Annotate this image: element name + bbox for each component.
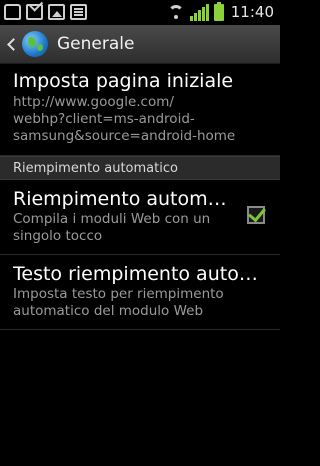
clock: 11:40 <box>230 3 274 21</box>
setting-summary: http://www.google.com/ webhp?client=ms-a… <box>13 94 236 144</box>
shopping-bag-icon <box>4 4 21 20</box>
news-icon <box>70 4 87 20</box>
notification-icons <box>4 4 87 20</box>
section-header-autofill: Riempimento automatico <box>0 156 280 180</box>
autofill-checkbox[interactable] <box>247 206 265 224</box>
setting-title: Imposta pagina iniziale <box>13 70 234 92</box>
action-bar: Generale <box>0 25 280 64</box>
signal-icon <box>189 3 209 21</box>
setting-title: Riempimento automatic.. <box>13 188 233 210</box>
setting-title: Testo riempimento automat.. <box>13 263 267 285</box>
globe-icon[interactable] <box>22 31 48 57</box>
setting-summary: Imposta testo per riempimento automatico… <box>13 286 224 319</box>
setting-home-page[interactable]: Imposta pagina iniziale http://www.googl… <box>0 64 280 156</box>
setting-autofill-text[interactable]: Testo riempimento automat.. Imposta test… <box>0 255 280 330</box>
settings-list: Imposta pagina iniziale http://www.googl… <box>0 64 280 330</box>
page-title: Generale <box>57 34 135 54</box>
setting-autofill[interactable]: Riempimento automatic.. Compila i moduli… <box>0 180 280 255</box>
back-arrow-icon[interactable] <box>6 34 20 54</box>
picture-icon <box>48 4 65 20</box>
setting-summary: Compila i moduli Web con un singolo tocc… <box>13 211 211 244</box>
wifi-icon <box>167 3 185 21</box>
mail-icon <box>26 4 43 20</box>
status-bar: 11:40 <box>0 0 280 25</box>
battery-icon <box>213 1 224 21</box>
system-icons: 11:40 <box>167 1 274 21</box>
